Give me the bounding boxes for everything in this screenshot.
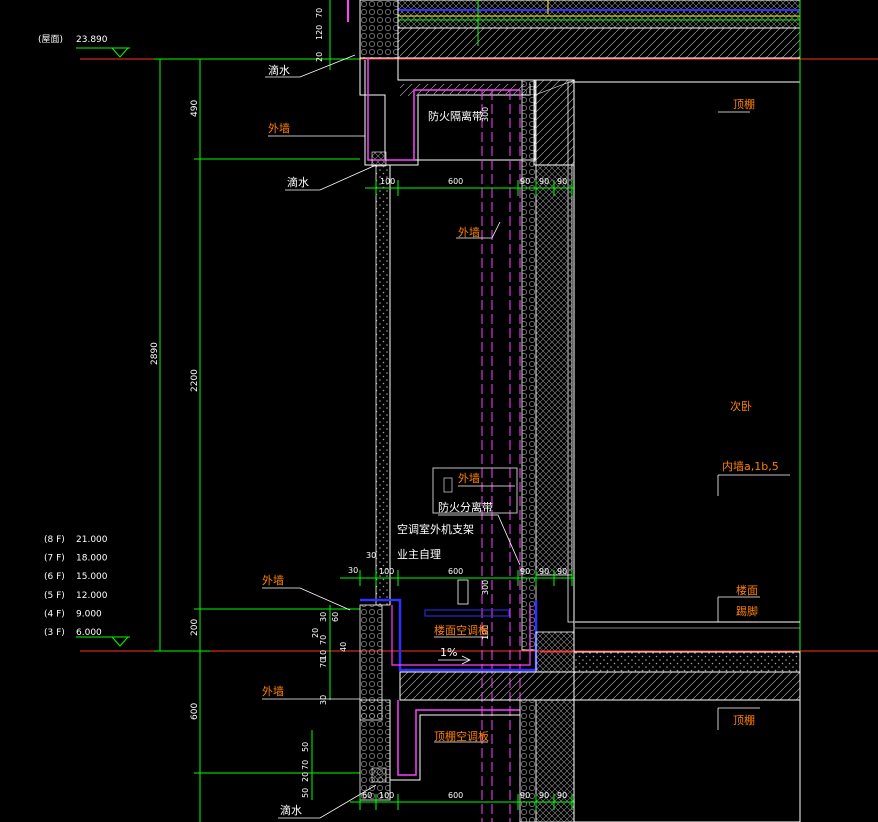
label-floor: 楼面 (736, 583, 758, 597)
label-fire-belt-mid: 防火分离带 (438, 500, 493, 514)
label-slope: 1% (440, 646, 457, 659)
bottom-step-text: 50 70 20 50 (301, 742, 310, 798)
dim-row2-value: 30 (366, 551, 376, 560)
dim-top-stack: 70 (315, 8, 324, 18)
dim-row2-value: 90 (539, 567, 549, 576)
dim-bottom: 600 (190, 703, 200, 720)
label-ceiling-bottom: 顶棚 (733, 713, 755, 727)
fire-lines (481, 90, 521, 822)
dim-top-stack: 120 (315, 25, 324, 40)
label-outer-wall-lower: 外墙 (262, 684, 284, 698)
dim-left-stack: 60 (331, 612, 340, 622)
label-fire-belt-top: 防火隔离带 (428, 109, 483, 123)
floor-value: 12.000 (76, 591, 108, 601)
dim-left-stack: 70 (319, 658, 328, 668)
bedroom-zone (575, 621, 800, 629)
label-outer-wall-1: 外墙 (268, 121, 290, 135)
top-roof-slab (347, 0, 801, 59)
ac-slab (359, 598, 801, 721)
dim-row2-value: 30 (348, 566, 358, 575)
floor-value: 15.000 (76, 572, 108, 582)
elevation-text: (屋面) 23.890 (8 F) 21.000 (7 F) 18.000 (6 F) 1… (38, 34, 108, 638)
dim-left-stack: 30 (319, 612, 328, 622)
vertical-dimension-lines (154, 58, 360, 822)
floor-label: (3 F) (44, 628, 65, 638)
label-ac-bracket: 空调室外机支架 (397, 522, 474, 536)
floor-label: (8 F) (44, 535, 65, 545)
dim-row3-value: 90 (539, 791, 549, 800)
label-ac-floor: 楼面空调板 (434, 623, 489, 637)
dim-left-stack: 40 (339, 642, 348, 652)
floor-label: (5 F) (44, 591, 65, 601)
top-left-dim-text: 20 120 70 (315, 8, 324, 62)
dim-row2-value: 90 (557, 567, 567, 576)
dim-top-stack: 20 (315, 52, 324, 62)
dim-left-stack: 70 (319, 635, 328, 645)
dim-bottom-stack: 20 (301, 772, 310, 782)
floor-value: 6.000 (76, 628, 102, 638)
label-outer-wall-upper: 外墙 (458, 471, 480, 485)
label-drip-3: 滴水 (280, 803, 302, 817)
floor-value: 18.000 (76, 554, 108, 564)
dim-bottom-stack: 50 (301, 742, 310, 752)
floor-label: (6 F) (44, 572, 65, 582)
label-outer-wall-left: 外墙 (262, 573, 284, 587)
dim-row1-value: 90 (539, 177, 549, 186)
dim-bottom-stack: 50 (301, 788, 310, 798)
label-drip-1: 滴水 (268, 63, 290, 77)
floor-label: (4 F) (44, 609, 65, 619)
dim-middle: 2200 (190, 369, 200, 392)
dim-row3-value: 90 (520, 791, 530, 800)
vertical-dimension-text: 2890 490 2200 200 600 (150, 100, 200, 720)
dim-row-1-text: 100 600 90 90 90 (380, 177, 567, 186)
dim-row1-value: 600 (448, 177, 463, 186)
dim-row2-value: 100 (379, 567, 394, 576)
dim-row1-value: 90 (557, 177, 567, 186)
dim-row1-value: 90 (520, 177, 530, 186)
dim-row1-value: 100 (380, 177, 395, 186)
label-outer-wall-mid: 外墙 (458, 225, 480, 239)
roof-value: 23.890 (76, 35, 108, 45)
label-ceiling-top: 顶棚 (733, 97, 755, 111)
floor-label: (7 F) (44, 554, 65, 564)
dim-upper: 490 (190, 100, 200, 117)
floor-value: 9.000 (76, 609, 102, 619)
dim-total: 2890 (150, 342, 160, 365)
label-footing: 踢脚 (736, 604, 758, 618)
dim-left-stack: 30 (319, 695, 328, 705)
label-inner-wall: 内墙a,1b,5 (722, 459, 779, 473)
ac-unit-frame (432, 467, 518, 605)
floor-value: 21.000 (76, 535, 108, 545)
label-drip-2: 滴水 (287, 175, 309, 189)
dim-row2-value: 90 (520, 567, 530, 576)
label-bedroom: 次卧 (730, 399, 752, 413)
dim-bottom-stack: 70 (301, 760, 310, 770)
dim-row3-value: 600 (448, 791, 463, 800)
label-ac-ceiling: 顶棚空调板 (434, 729, 489, 743)
exterior-wall-strip (375, 164, 391, 606)
cad-section-drawing: (屋面) 23.890 (8 F) 21.000 (7 F) 18.000 (6 F) 1… (38, 0, 878, 822)
dim-row3-value: 100 (379, 791, 394, 800)
roof-label: (屋面) (38, 34, 63, 45)
label-owner: 业主自理 (397, 548, 441, 561)
dim-lower: 200 (190, 619, 200, 636)
fire-height-2: 300 (481, 580, 490, 595)
dim-row2-value: 600 (448, 567, 463, 576)
dim-row3-value: 90 (557, 791, 567, 800)
